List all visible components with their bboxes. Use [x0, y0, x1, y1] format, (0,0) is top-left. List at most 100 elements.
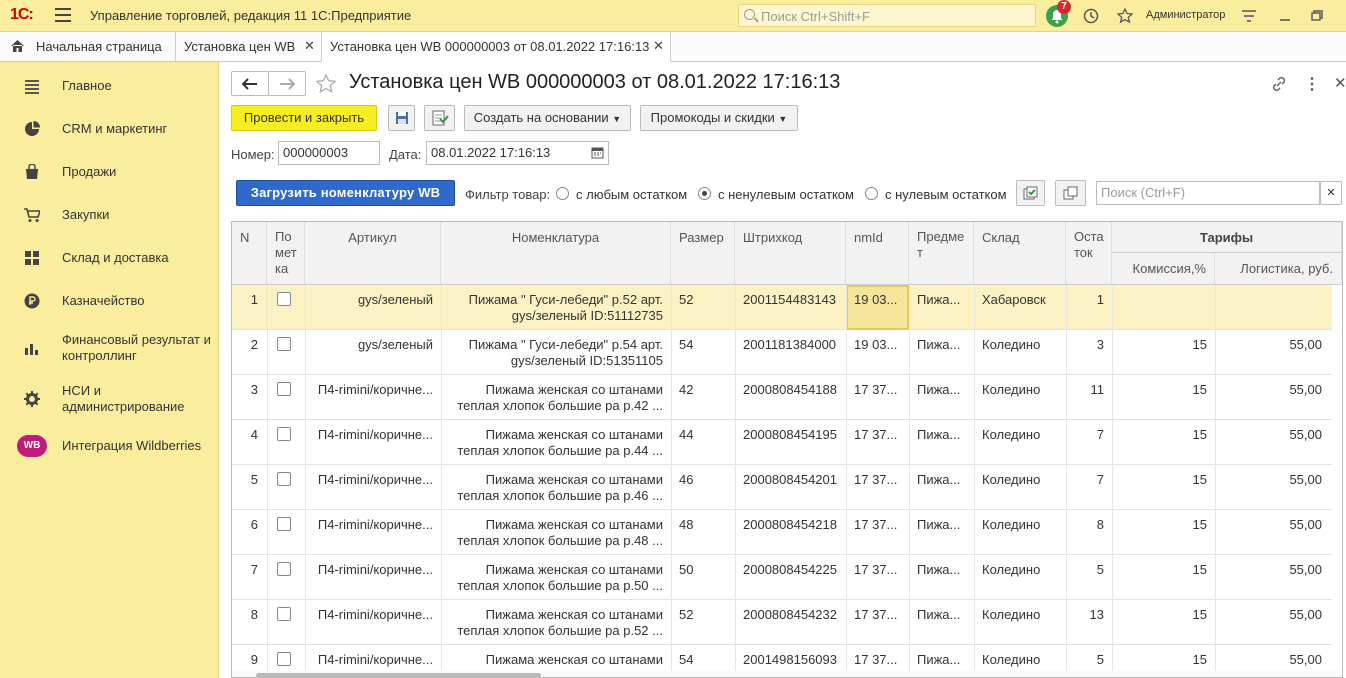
- logistics-cell[interactable]: 55,00: [1215, 555, 1330, 600]
- main-menu-icon[interactable]: [55, 8, 71, 22]
- barcode-cell[interactable]: 2000808454188: [735, 375, 846, 420]
- logistics-cell[interactable]: 55,00: [1215, 375, 1330, 420]
- row-number[interactable]: 6: [232, 510, 267, 555]
- link-icon[interactable]: [1270, 75, 1288, 93]
- size-cell[interactable]: 54: [671, 330, 735, 375]
- row-mark-checkbox[interactable]: [277, 337, 291, 351]
- settings-menu-icon[interactable]: [1240, 7, 1258, 25]
- table-row[interactable]: 3 П4-rimini/коричне... 42 2000808454188 17 3…: [232, 375, 1332, 420]
- row-number[interactable]: 5: [232, 465, 267, 510]
- table-search-input[interactable]: Поиск (Ctrl+F): [1096, 181, 1320, 205]
- nmid-cell[interactable]: 17 37...: [846, 375, 909, 420]
- commission-cell[interactable]: 15: [1112, 600, 1215, 645]
- logistics-cell[interactable]: 55,00: [1215, 465, 1330, 510]
- post-button[interactable]: [424, 105, 455, 131]
- minimize-icon[interactable]: [1276, 7, 1294, 25]
- col-header-commission[interactable]: Комиссия,%: [1112, 253, 1215, 285]
- stock-cell[interactable]: 1: [1066, 285, 1112, 330]
- commission-cell[interactable]: 15: [1112, 555, 1215, 600]
- warehouse-cell[interactable]: Коледино: [974, 465, 1066, 510]
- nmid-cell[interactable]: 17 37...: [846, 420, 909, 465]
- stock-cell[interactable]: 7: [1066, 420, 1112, 465]
- row-mark-checkbox[interactable]: [277, 472, 291, 486]
- barcode-cell[interactable]: 2001181384000: [735, 330, 846, 375]
- nmid-cell[interactable]: 17 37...: [846, 600, 909, 645]
- forward-button[interactable]: [268, 71, 306, 96]
- restore-window-icon[interactable]: [1308, 7, 1326, 25]
- row-mark-checkbox[interactable]: [277, 517, 291, 531]
- row-mark-checkbox[interactable]: [277, 427, 291, 441]
- col-header-warehouse[interactable]: Склад: [974, 222, 1066, 285]
- table-row[interactable]: 1 gys/зеленый 52 2001154483143 19 03... Пижа.…: [232, 285, 1332, 330]
- subject-cell[interactable]: Пижа...: [909, 375, 974, 420]
- nmid-cell[interactable]: 17 37...: [846, 555, 909, 600]
- row-number[interactable]: 3: [232, 375, 267, 420]
- stock-cell[interactable]: 5: [1066, 555, 1112, 600]
- subject-cell[interactable]: Пижа...: [909, 285, 974, 330]
- logistics-cell[interactable]: 55,00: [1215, 330, 1330, 375]
- sidebar-item-warehouse[interactable]: Склад и доставка: [0, 249, 219, 267]
- post-and-close-button[interactable]: Провести и закрыть: [231, 105, 377, 131]
- size-cell[interactable]: 46: [671, 465, 735, 510]
- close-icon[interactable]: ✕: [304, 38, 315, 54]
- table-row[interactable]: 5 П4-rimini/коричне... 46 2000808454201 17 3…: [232, 465, 1332, 510]
- article-cell[interactable]: П4-rimini/коричне...: [305, 420, 441, 465]
- stock-cell[interactable]: 7: [1066, 465, 1112, 510]
- filter-any-radio[interactable]: [556, 187, 569, 200]
- nomenclature-cell[interactable]: Пижама " Гуси-лебеди" р.54 арт. gys/зелен…: [441, 330, 671, 375]
- history-icon[interactable]: [1082, 7, 1100, 25]
- number-field[interactable]: 000000003: [278, 141, 380, 165]
- commission-cell[interactable]: [1112, 285, 1215, 330]
- logistics-cell[interactable]: 55,00: [1215, 510, 1330, 555]
- barcode-cell[interactable]: 2001154483143: [735, 285, 846, 330]
- commission-cell[interactable]: 15: [1112, 375, 1215, 420]
- logistics-cell[interactable]: [1215, 285, 1330, 330]
- warehouse-cell[interactable]: Коледино: [974, 420, 1066, 465]
- nomenclature-cell[interactable]: Пижама " Гуси-лебеди" р.52 арт. gys/зелен…: [441, 285, 671, 330]
- subject-cell[interactable]: Пижа...: [909, 555, 974, 600]
- col-header-tariffs[interactable]: Тарифы: [1112, 222, 1342, 253]
- logistics-cell[interactable]: 55,00: [1215, 420, 1330, 465]
- col-header-barcode[interactable]: Штрихкод: [735, 222, 846, 285]
- filter-any-label[interactable]: с любым остатком: [576, 187, 687, 202]
- col-header-mark[interactable]: По мет ка: [267, 222, 305, 285]
- promo-discounts-button[interactable]: Промокоды и скидки ▼: [640, 105, 798, 131]
- size-cell[interactable]: 52: [671, 600, 735, 645]
- row-number[interactable]: 4: [232, 420, 267, 465]
- nmid-cell[interactable]: 19 03...: [846, 285, 909, 330]
- tab-price-setup[interactable]: Установка цен WB ✕: [176, 32, 322, 62]
- filter-nonzero-radio[interactable]: [698, 187, 711, 200]
- article-cell[interactable]: П4-rimini/коричне...: [305, 600, 441, 645]
- sidebar-item-purchases[interactable]: Закупки: [0, 206, 219, 224]
- subject-cell[interactable]: Пижа...: [909, 600, 974, 645]
- nomenclature-cell[interactable]: Пижама женская со штанами теплая хлопок б…: [441, 510, 671, 555]
- close-icon[interactable]: ✕: [653, 38, 664, 54]
- sidebar-item-finance[interactable]: Финансовый результат и контроллинг: [0, 330, 219, 364]
- nomenclature-cell[interactable]: Пижама женская со штанами теплая хлопок б…: [441, 555, 671, 600]
- load-wb-nomenclature-button[interactable]: Загрузить номенклатуру WB: [236, 180, 455, 206]
- row-number[interactable]: 2: [232, 330, 267, 375]
- user-name[interactable]: Администратор: [1146, 9, 1225, 21]
- horizontal-scroll-thumb[interactable]: [256, 673, 541, 677]
- table-row[interactable]: 2 gys/зеленый 54 2001181384000 19 03... Пижа.…: [232, 330, 1332, 375]
- article-cell[interactable]: gys/зеленый: [305, 330, 441, 375]
- nmid-cell[interactable]: 17 37...: [846, 465, 909, 510]
- row-mark-checkbox[interactable]: [277, 562, 291, 576]
- col-header-stock[interactable]: Оста ток: [1066, 222, 1112, 285]
- size-cell[interactable]: 52: [671, 285, 735, 330]
- article-cell[interactable]: П4-rimini/коричне...: [305, 510, 441, 555]
- subject-cell[interactable]: Пижа...: [909, 510, 974, 555]
- table-row[interactable]: 6 П4-rimini/коричне... 48 2000808454218 17 3…: [232, 510, 1332, 555]
- table-row[interactable]: 4 П4-rimini/коричне... 44 2000808454195 17 3…: [232, 420, 1332, 465]
- barcode-cell[interactable]: 2000808454195: [735, 420, 846, 465]
- size-cell[interactable]: 44: [671, 420, 735, 465]
- barcode-cell[interactable]: 2000808454232: [735, 600, 846, 645]
- copy-button[interactable]: [1055, 180, 1086, 206]
- col-header-nomenclature[interactable]: Номенклатура: [441, 222, 671, 285]
- logistics-cell[interactable]: 55,00: [1215, 600, 1330, 645]
- calendar-icon[interactable]: [591, 146, 604, 159]
- subject-cell[interactable]: Пижа...: [909, 420, 974, 465]
- date-field[interactable]: 08.01.2022 17:16:13: [426, 141, 609, 165]
- favorites-icon[interactable]: [1116, 7, 1134, 25]
- clear-search-button[interactable]: ✕: [1320, 181, 1342, 205]
